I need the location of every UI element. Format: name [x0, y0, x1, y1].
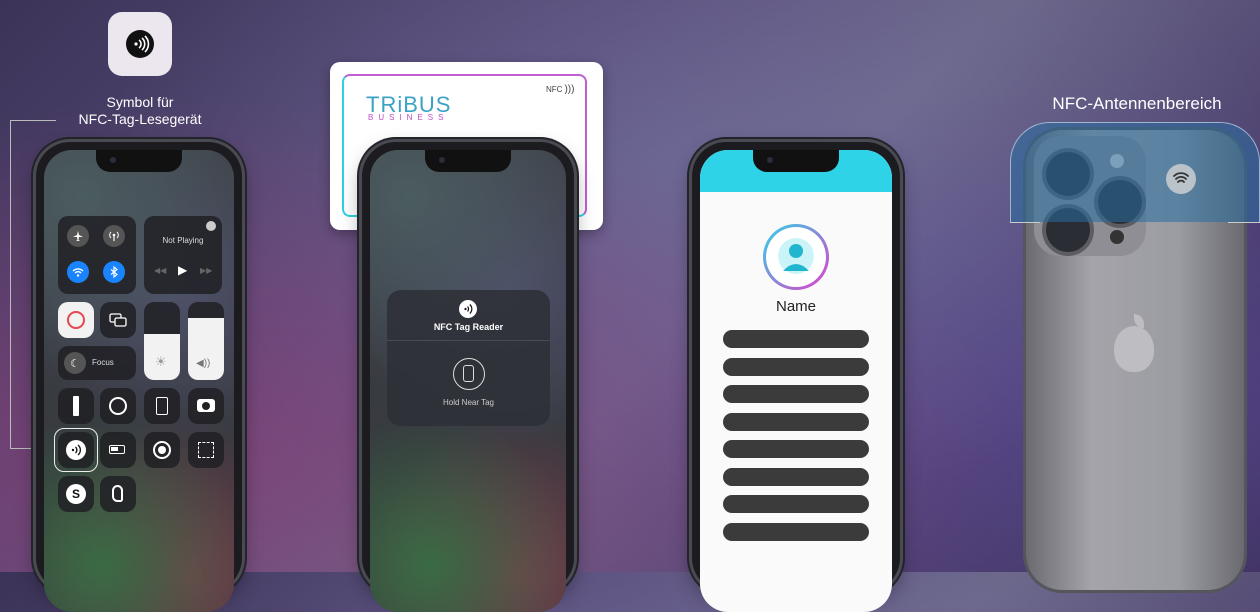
lidar — [1110, 230, 1124, 244]
brightness-slider[interactable]: ☀ — [144, 302, 180, 380]
focus-button[interactable]: ☾ Focus — [58, 346, 136, 380]
ear-icon — [112, 485, 123, 502]
camera-button[interactable] — [188, 388, 224, 424]
notch — [96, 150, 182, 172]
profile-name: Name — [775, 298, 816, 315]
speaker-icon: ◀)) — [196, 358, 211, 369]
nfc-reader-title: NFC Tag Reader — [433, 322, 504, 332]
airplay-icon[interactable] — [206, 221, 216, 231]
battery-icon — [109, 445, 125, 454]
connectivity-tile — [58, 216, 136, 294]
next-track-icon[interactable]: ▶▶ — [200, 266, 212, 275]
nfc-waves-icon: ))) — [564, 84, 575, 95]
wifi-icon — [72, 268, 84, 277]
nfc-reader-sheet: NFC Tag Reader Hold Near Tag — [387, 290, 550, 426]
antenna-area-title: NFC-Antennenbereich — [1052, 94, 1222, 113]
hearing-button[interactable] — [100, 476, 136, 512]
phone-outline-icon — [453, 358, 485, 390]
bluetooth-button[interactable] — [103, 261, 125, 283]
hold-near-tag-hint: Hold Near Tag — [443, 398, 494, 407]
phone-profile: Name — [692, 142, 900, 612]
flashlight-button[interactable] — [58, 388, 94, 424]
shazam-icon: S — [66, 484, 86, 504]
orientation-lock-button[interactable] — [58, 302, 94, 338]
play-icon[interactable]: ▶ — [178, 263, 187, 277]
airplane-mode-button[interactable] — [67, 225, 89, 247]
profile-field[interactable] — [723, 385, 869, 403]
profile-field[interactable] — [723, 412, 869, 431]
code-scanner-button[interactable] — [188, 432, 224, 468]
nfc-wireless-icon — [1166, 164, 1196, 194]
nfc-reader-screen: NFC Tag Reader Hold Near Tag — [370, 150, 566, 612]
previous-track-icon[interactable]: ◀◀ — [154, 266, 166, 275]
calculator-button[interactable] — [144, 388, 180, 424]
card-nfc-label: NFC))) — [546, 84, 575, 95]
nfc-icon — [459, 300, 477, 318]
profile-field[interactable] — [723, 467, 869, 486]
nfc-icon — [66, 440, 86, 460]
person-icon — [778, 238, 814, 274]
volume-slider[interactable]: ◀)) — [188, 302, 224, 380]
card-subbrand: BUSINESS — [368, 113, 449, 122]
nfc-reader-app-icon — [108, 12, 172, 76]
timer-button[interactable] — [100, 388, 136, 424]
avatar — [763, 224, 829, 290]
qr-code-icon — [198, 442, 214, 458]
volume-fill — [188, 318, 224, 380]
profile-field[interactable] — [723, 357, 869, 376]
notch — [753, 150, 839, 172]
phone-control-center: Not Playing ◀◀ ▶ ▶▶ ☀ ◀)) ☾ Focus S — [36, 142, 242, 612]
airplane-icon — [73, 231, 83, 241]
nfc-antenna-area — [1010, 122, 1260, 222]
camera-icon — [197, 399, 215, 412]
lock-rotation-icon — [67, 311, 85, 329]
screen-recording-button[interactable] — [144, 432, 180, 468]
control-center-screen: Not Playing ◀◀ ▶ ▶▶ ☀ ◀)) ☾ Focus S — [44, 150, 234, 612]
shazam-button[interactable]: S — [58, 476, 94, 512]
screen-mirroring-button[interactable] — [100, 302, 136, 338]
antenna-icon — [109, 231, 119, 241]
low-power-button[interactable] — [100, 432, 136, 468]
antenna-area-right-tick — [1228, 222, 1260, 223]
moon-icon: ☾ — [64, 352, 86, 374]
calculator-icon — [156, 397, 168, 415]
focus-label: Focus — [92, 358, 114, 367]
cellular-button[interactable] — [103, 225, 125, 247]
sheet-divider — [387, 340, 550, 341]
profile-field[interactable] — [723, 495, 869, 513]
now-playing-tile[interactable]: Not Playing ◀◀ ▶ ▶▶ — [144, 216, 222, 294]
bluetooth-icon — [110, 266, 118, 278]
callout-line — [10, 120, 11, 448]
notch — [425, 150, 511, 172]
timer-icon — [109, 397, 127, 415]
reader-symbol-caption: Symbol für NFC-Tag-Lesegerät — [78, 94, 202, 127]
profile-field[interactable] — [723, 330, 869, 348]
phone-back — [1010, 122, 1260, 590]
profile-screen: Name — [700, 150, 892, 612]
profile-field[interactable] — [723, 522, 869, 541]
phone-nfc-reader: NFC Tag Reader Hold Near Tag — [362, 142, 574, 612]
flashlight-icon — [73, 396, 79, 416]
antenna-area-left-tick — [1010, 222, 1040, 223]
record-icon — [153, 441, 171, 459]
profile-field[interactable] — [723, 440, 869, 458]
sun-icon: ☀ — [155, 354, 167, 369]
nfc-icon — [126, 30, 154, 58]
apple-logo-icon — [1114, 326, 1154, 372]
callout-line-top — [10, 120, 56, 121]
wifi-button[interactable] — [67, 261, 89, 283]
nfc-tag-reader-button[interactable] — [58, 432, 94, 468]
now-playing-label: Not Playing — [162, 236, 204, 245]
screen-mirroring-icon — [109, 313, 127, 327]
